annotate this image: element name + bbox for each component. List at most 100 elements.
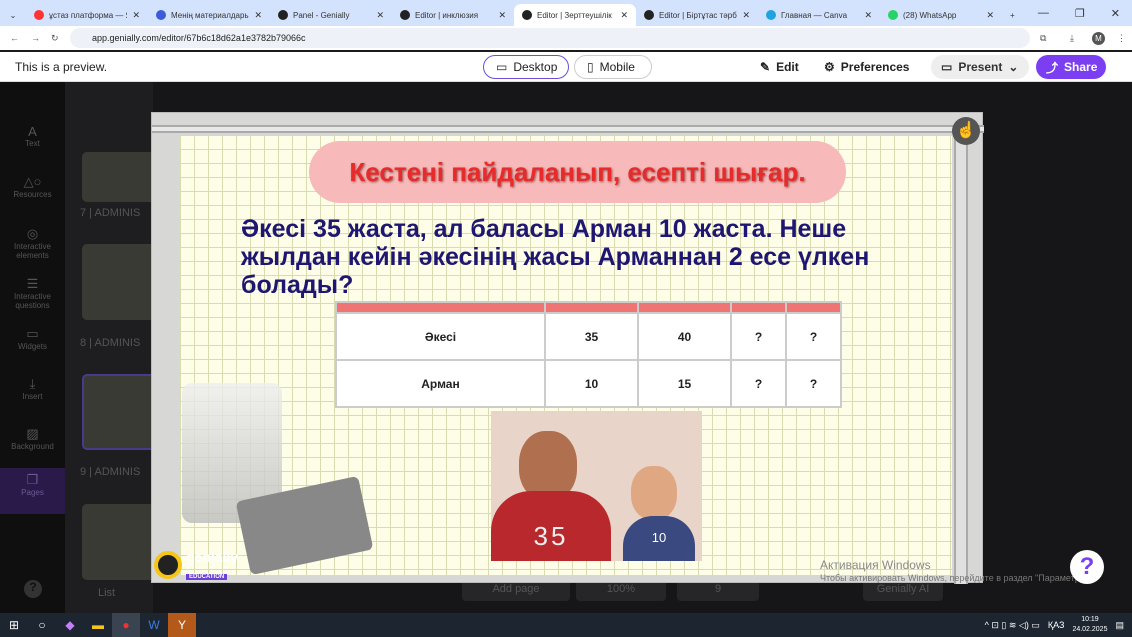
browser-tab[interactable]: Editor | Зерттеушілік ✕	[514, 4, 636, 26]
notification-icon[interactable]: ▤	[1115, 620, 1124, 631]
favicon-icon	[34, 10, 44, 20]
desktop-button[interactable]: ▭ Desktop	[483, 55, 569, 79]
cell: Әкесі	[335, 312, 546, 361]
sidebar-label: Interactive elements	[14, 242, 51, 260]
chevron-down-icon: ⌄	[1008, 60, 1019, 74]
new-tab-button[interactable]: +	[1002, 4, 1022, 26]
system-tray-icons[interactable]: ^ ⊡ ▯ ≋ ◁) ▭	[985, 620, 1040, 631]
browser-tab[interactable]: Менің материалдарым | ✕	[148, 4, 270, 26]
sidebar-icon: ⤓	[29, 376, 36, 391]
sidebar-item[interactable]: ◎ Interactive elements	[0, 222, 65, 268]
age-table: Әкесі 35 40?? Арман 10 15??	[335, 301, 842, 408]
mobile-button[interactable]: ▯ Mobile	[574, 55, 652, 79]
close-tab-icon[interactable]: ✕	[254, 10, 262, 21]
table-row: Әкесі 35 40??	[335, 312, 842, 361]
share-label: Share	[1064, 60, 1098, 74]
edit-button[interactable]: ✎ Edit	[760, 55, 799, 79]
windows-activation-text: Чтобы активировать Windows, перейдите в …	[820, 573, 1092, 583]
windows-taskbar: ⊞ ○ ◆ ▬ ● W Y ^ ⊡ ▯ ≋ ◁) ▭ ҚАЗ 10:19 24.0…	[0, 613, 1132, 637]
cell: 15	[637, 359, 732, 408]
editor-sidebar: A Text △○ Resources ◎ Interactive elements ☰ In…	[0, 82, 65, 613]
word-icon[interactable]: W	[140, 613, 168, 637]
favicon-icon	[156, 10, 166, 20]
date: 24.02.2025	[1072, 626, 1108, 633]
close-tab-icon[interactable]: ✕	[620, 10, 628, 21]
sidebar-icon: △○	[23, 174, 42, 189]
genially-logo: genially EDUCATION	[154, 549, 238, 581]
tab-title: Editor | Біртұтас тәрбие	[659, 10, 738, 20]
browser-tab[interactable]: Editor | инклюзия ✕	[392, 4, 514, 26]
sidebar-item[interactable]: ▨ Background	[0, 422, 65, 468]
clock[interactable]: 10:19 24.02.2025	[1072, 615, 1107, 635]
list-view-button[interactable]: List	[98, 587, 115, 599]
browser-tab[interactable]: Главная — Canva ✕	[758, 4, 880, 26]
right-rail	[954, 125, 968, 584]
sidebar-label: Interactive questions	[14, 292, 51, 310]
close-window-button[interactable]: ✕	[1111, 7, 1120, 20]
extensions-icon[interactable]: ⧉	[1040, 33, 1046, 44]
start-icon[interactable]: ⊞	[0, 613, 28, 637]
share-button[interactable]: ⤴ Share	[1036, 55, 1106, 79]
help-button[interactable]: ?	[1070, 550, 1104, 584]
close-tab-icon[interactable]: ✕	[132, 10, 140, 21]
mobile-icon: ▯	[587, 60, 594, 74]
table-row: Арман 10 15??	[335, 359, 842, 408]
sidebar-item[interactable]: ❐ Pages	[0, 468, 65, 514]
cell: ?	[730, 359, 787, 408]
minimize-button[interactable]: —	[1038, 7, 1049, 20]
file-explorer-icon[interactable]: ▬	[84, 613, 112, 637]
tab-title: Panel - Genially	[293, 10, 350, 20]
present-label: Present	[958, 60, 1003, 74]
sidebar-item[interactable]: ▭ Widgets	[0, 322, 65, 368]
sidebar-label: Widgets	[18, 342, 47, 351]
profile-avatar[interactable]: M	[1092, 31, 1105, 45]
close-tab-icon[interactable]: ✕	[376, 10, 384, 21]
sidebar-item[interactable]: ⤓ Insert	[0, 372, 65, 418]
browser-tab[interactable]: ұстаз платформа — Янде ✕	[26, 4, 148, 26]
reload-icon[interactable]: ↻	[51, 33, 59, 44]
tab-title: Editor | инклюзия	[415, 10, 479, 20]
close-tab-icon[interactable]: ✕	[864, 10, 872, 21]
url-input[interactable]: app.genially.com/editor/67b6c18d62a1e378…	[70, 28, 1030, 48]
cell: Арман	[335, 359, 546, 408]
yandex-browser-icon[interactable]: Y	[168, 613, 196, 637]
address-bar: ← → ↻ app.genially.com/editor/67b6c18d62…	[0, 26, 1132, 50]
favicon-icon	[644, 10, 654, 20]
close-tab-icon[interactable]: ✕	[986, 10, 994, 21]
sidebar-icon: ▭	[26, 326, 39, 341]
favicon-icon	[400, 10, 410, 20]
sidebar-item[interactable]: ☰ Interactive questions	[0, 272, 65, 318]
download-icon[interactable]: ⤓	[1070, 33, 1074, 44]
close-tab-icon[interactable]: ✕	[498, 10, 506, 21]
search-icon[interactable]: ○	[28, 613, 56, 637]
present-button[interactable]: ▭ Present ⌄	[931, 55, 1029, 79]
back-icon[interactable]: ←	[10, 33, 19, 43]
ai-label: Genially AI	[876, 583, 930, 595]
close-tab-icon[interactable]: ✕	[742, 10, 750, 21]
browser-tab[interactable]: Panel - Genially ✕	[270, 4, 392, 26]
chrome-icon[interactable]: ●	[112, 613, 140, 637]
logo-text: genially	[186, 549, 239, 565]
add-page-label: Add page	[492, 583, 540, 595]
cell: ?	[730, 312, 787, 361]
preferences-button[interactable]: ⚙ Preferences	[824, 55, 909, 79]
sidebar-item[interactable]: A Text	[0, 120, 65, 166]
copilot-icon[interactable]: ◆	[56, 613, 84, 637]
maximize-button[interactable]: ❐	[1075, 7, 1085, 20]
browser-tab[interactable]: (28) WhatsApp ✕	[880, 4, 1002, 26]
menu-icon[interactable]: ⋮	[1117, 33, 1126, 44]
favicon-icon	[888, 10, 898, 20]
top-rail	[152, 125, 984, 133]
sidebar-icon: ▨	[26, 426, 39, 441]
sidebar-item[interactable]: △○ Resources	[0, 170, 65, 216]
browser-tab[interactable]: Editor | Біртұтас тәрбие ✕	[636, 4, 758, 26]
sidebar-icon: ☰	[26, 276, 39, 291]
hand-pointer-icon[interactable]: ☝	[952, 117, 980, 145]
logo-sub: EDUCATION	[186, 574, 228, 580]
tab-search-button[interactable]: ⌄	[0, 4, 26, 26]
present-icon: ▭	[941, 60, 953, 74]
language-indicator[interactable]: ҚАЗ	[1048, 620, 1065, 630]
cell: ?	[785, 312, 842, 361]
forward-icon[interactable]: →	[31, 33, 40, 43]
help-icon[interactable]: ?	[24, 580, 42, 598]
